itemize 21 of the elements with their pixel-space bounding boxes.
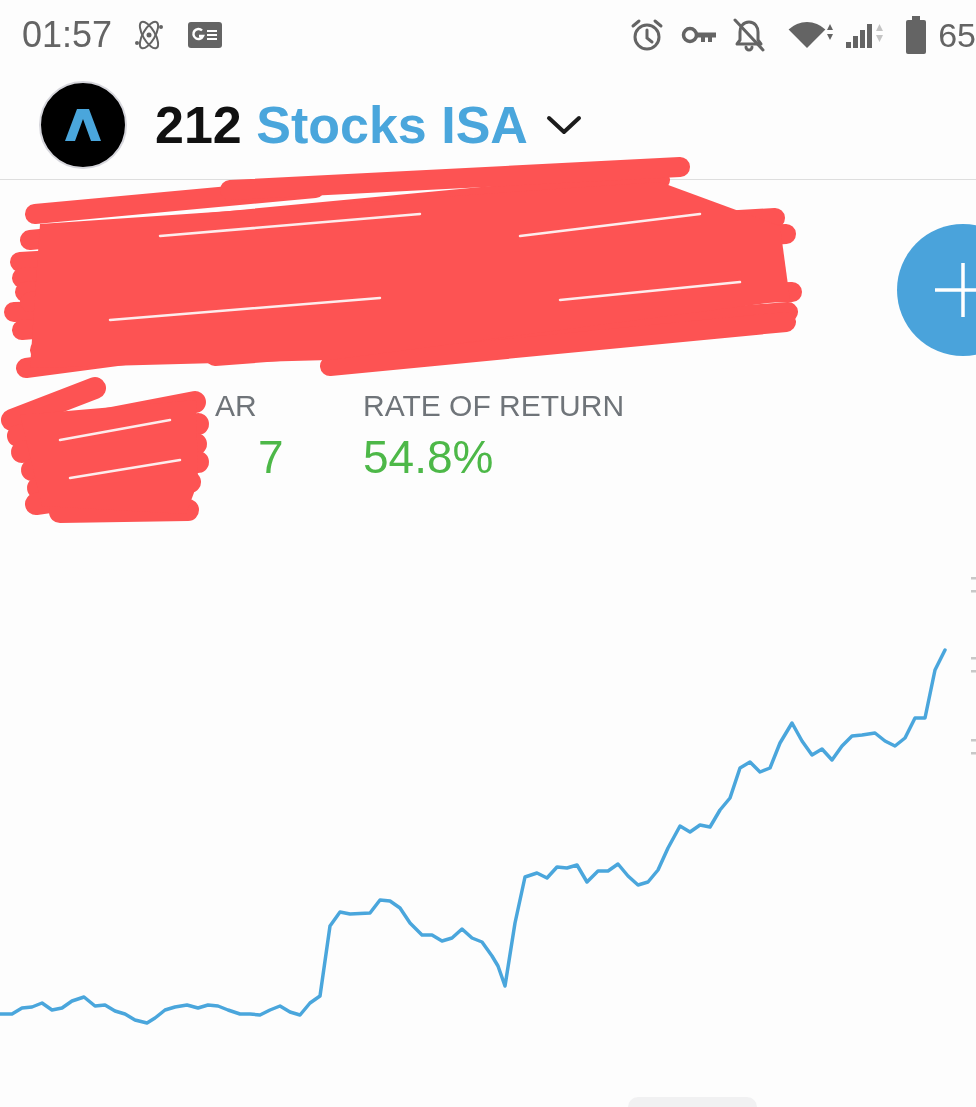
axis-tick-mark: [971, 657, 976, 660]
battery-percent: 65: [938, 18, 976, 52]
add-button[interactable]: [897, 224, 976, 356]
axis-tick-mark: [971, 590, 976, 593]
wifi-icon: [788, 20, 836, 50]
battery-icon: [905, 16, 928, 54]
stat-value: 54.8%: [363, 430, 494, 484]
stat-label: RATE OF RETURN: [363, 389, 625, 424]
axis-tick-mark: [971, 739, 976, 742]
status-time: 01:57: [22, 17, 113, 53]
stat-value: 7: [258, 430, 284, 484]
key-icon: [681, 25, 718, 45]
stat-label: AR: [215, 389, 257, 424]
logo-icon: [39, 80, 127, 169]
account-dropdown[interactable]: 212 Stocks ISA: [155, 98, 582, 151]
bell-off-icon: [732, 17, 767, 53]
axis-tick-mark: [971, 752, 976, 755]
axis-tick-mark: [971, 577, 976, 580]
axis-tick-mark: [971, 670, 976, 673]
alarm-clock-icon: [630, 18, 665, 52]
news-icon: [188, 22, 223, 48]
